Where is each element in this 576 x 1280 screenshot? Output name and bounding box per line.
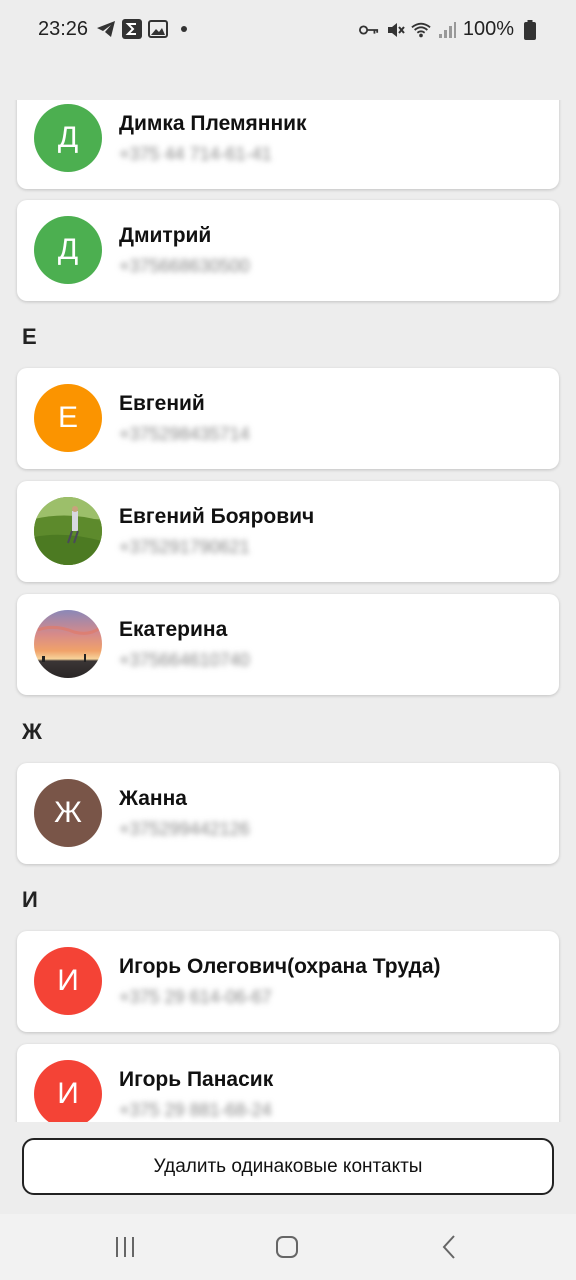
section-header: И xyxy=(22,887,38,912)
contact-name: Евгений Боярович xyxy=(119,505,315,528)
contact-card[interactable]: Д Димка Племянник +375 44 714-61-41 xyxy=(17,100,559,189)
contact-phone: +375 44 714-61-41 xyxy=(119,144,272,164)
contact-phone: +375 29 614-06-67 xyxy=(119,987,272,1007)
status-left-icons xyxy=(96,19,194,39)
key-icon xyxy=(358,20,379,40)
contact-phone: +375298435714 xyxy=(119,424,250,444)
contact-card[interactable]: Евгений Боярович +375291790621 xyxy=(17,481,559,582)
contact-name: Евгений xyxy=(119,392,205,415)
contact-card[interactable]: Ж Жанна +375299442126 xyxy=(17,763,559,864)
contact-name: Игорь Олегович(охрана Труда) xyxy=(119,955,441,978)
sigma-icon xyxy=(122,19,142,39)
section-header: Е xyxy=(22,324,37,349)
contact-phone: +375668630500 xyxy=(119,256,250,276)
battery-icon xyxy=(520,19,540,40)
telegram-icon xyxy=(96,19,116,39)
contact-card[interactable]: Д Дмитрий +375668630500 xyxy=(17,200,559,301)
mute-icon xyxy=(385,20,405,40)
contact-phone: +375299442126 xyxy=(119,819,250,839)
contact-name: Дмитрий xyxy=(119,224,212,247)
contact-card[interactable]: И Игорь Панасик +375 29 881-68-24 xyxy=(17,1044,559,1122)
contact-name: Игорь Панасик xyxy=(119,1068,274,1091)
contact-name: Жанна xyxy=(119,787,187,810)
contact-phone: +375664610740 xyxy=(119,650,250,670)
contact-card[interactable]: И Игорь Олегович(охрана Труда) +375 29 6… xyxy=(17,931,559,1032)
contact-card[interactable]: Екатерина +375664610740 xyxy=(17,594,559,695)
remove-duplicates-button[interactable]: Удалить одинаковые контакты xyxy=(22,1138,554,1195)
section-header: Ж xyxy=(22,719,42,744)
status-time: 23:26 xyxy=(38,18,89,40)
contact-phone: +375291790621 xyxy=(119,537,250,557)
home-icon[interactable] xyxy=(272,1232,302,1262)
navigation-bar xyxy=(0,1214,576,1280)
contact-photo-avatar xyxy=(34,610,102,678)
gallery-icon xyxy=(148,19,168,39)
contact-avatar: Е xyxy=(34,384,102,452)
recents-icon[interactable] xyxy=(110,1232,140,1262)
back-icon[interactable] xyxy=(434,1232,464,1262)
contact-phone: +375 29 881-68-24 xyxy=(119,1100,272,1120)
contact-card[interactable]: Е Евгений +375298435714 xyxy=(17,368,559,469)
contact-list[interactable]: Д Димка Племянник +375 44 714-61-41 Д Дм… xyxy=(0,100,576,1122)
contact-name: Екатерина xyxy=(119,618,228,641)
contact-avatar: И xyxy=(34,1060,102,1122)
bottom-action-area: Удалить одинаковые контакты xyxy=(0,1122,576,1214)
contact-avatar: И xyxy=(34,947,102,1015)
contact-photo-avatar xyxy=(34,497,102,565)
battery-percent: 100% xyxy=(462,18,514,40)
contact-avatar: Д xyxy=(34,216,102,284)
wifi-icon xyxy=(411,20,431,40)
dot-icon xyxy=(174,19,194,39)
signal-icon xyxy=(437,20,457,40)
contact-avatar: Ж xyxy=(34,779,102,847)
contact-name: Димка Племянник xyxy=(119,112,307,135)
contact-avatar: Д xyxy=(34,104,102,172)
status-right: 100% xyxy=(358,18,540,41)
status-bar: 23:26 100% xyxy=(0,0,576,62)
